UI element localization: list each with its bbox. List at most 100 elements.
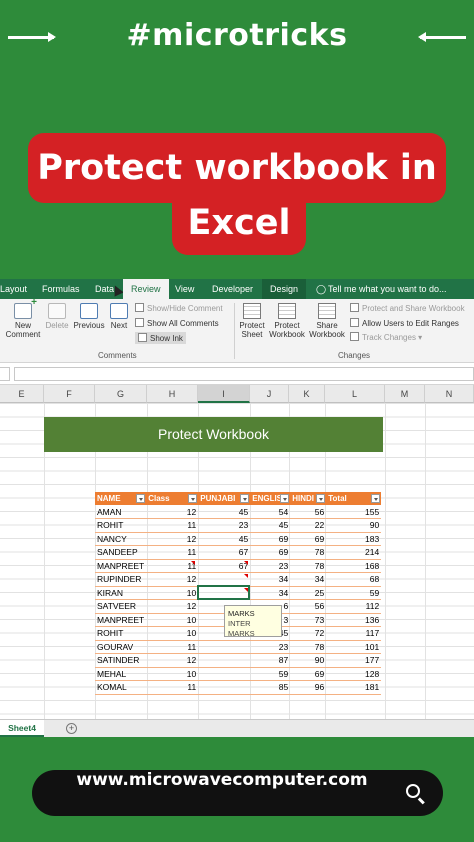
table-cell[interactable]: 90 (326, 518, 382, 533)
table-cell[interactable]: SATVEER (95, 599, 147, 614)
share-workbook-button[interactable]: Share Workbook (307, 303, 347, 339)
tab-design[interactable]: Design (262, 279, 307, 299)
table-cell[interactable]: 23 (250, 559, 291, 573)
search-icon[interactable] (406, 784, 420, 798)
table-cell[interactable]: 45 (198, 532, 251, 546)
tab-review[interactable]: Review (123, 279, 169, 299)
table-cell[interactable]: 69 (290, 532, 327, 546)
table-cell[interactable]: 78 (290, 559, 327, 573)
table-cell[interactable]: MANPREET (95, 613, 147, 627)
table-cell[interactable]: 11 (146, 640, 199, 654)
selected-cell[interactable] (197, 585, 250, 600)
table-cell[interactable]: 12 (146, 599, 199, 614)
table-cell[interactable]: 69 (250, 545, 291, 560)
column-header-e[interactable]: E (0, 385, 44, 403)
table-cell[interactable]: 22 (290, 518, 327, 533)
table-cell[interactable]: 67 (198, 545, 251, 560)
table-cell[interactable]: 11 (146, 518, 199, 533)
table-cell[interactable]: 128 (326, 667, 382, 681)
column-header-m[interactable]: M (385, 385, 425, 403)
header-hindi[interactable]: HINDI (290, 492, 327, 505)
table-cell[interactable]: KOMAL (95, 680, 147, 695)
table-cell[interactable] (198, 653, 251, 668)
table-cell[interactable]: 12 (146, 505, 199, 519)
table-cell[interactable]: 56 (290, 599, 327, 614)
sheet-tab-sheet4[interactable]: Sheet4 (0, 720, 44, 737)
table-cell[interactable]: AMAN (95, 505, 147, 519)
table-cell[interactable]: 11 (146, 545, 199, 560)
column-header-n[interactable]: N (425, 385, 474, 403)
table-cell[interactable]: 136 (326, 613, 382, 627)
table-cell[interactable]: 78 (290, 545, 327, 560)
filter-dropdown-icon[interactable] (188, 494, 198, 503)
table-cell[interactable]: 101 (326, 640, 382, 654)
show-all-comments-button[interactable]: Show All Comments (135, 318, 219, 328)
table-cell[interactable]: 34 (290, 572, 327, 587)
tab-developer[interactable]: Developer (212, 279, 253, 299)
filter-dropdown-icon[interactable] (280, 494, 290, 503)
table-cell[interactable]: 23 (198, 518, 251, 533)
table-cell[interactable]: RUPINDER (95, 572, 147, 587)
table-cell[interactable]: 11 (146, 680, 199, 695)
table-cell[interactable]: 96 (290, 680, 327, 695)
table-cell[interactable]: 67 (198, 559, 251, 573)
table-cell[interactable]: 59 (326, 586, 382, 600)
header-total[interactable]: Total (326, 492, 382, 505)
table-cell[interactable]: 69 (290, 667, 327, 681)
table-cell[interactable]: KIRAN (95, 586, 147, 600)
tab-formulas[interactable]: Formulas (42, 279, 80, 299)
column-header-g[interactable]: G (95, 385, 147, 403)
column-header-l[interactable]: L (325, 385, 385, 403)
table-cell[interactable]: 183 (326, 532, 382, 546)
table-cell[interactable]: 12 (146, 532, 199, 546)
header-class[interactable]: Class (146, 492, 199, 505)
table-cell[interactable]: ROHIT (95, 518, 147, 533)
previous-comment-button[interactable]: Previous (72, 303, 106, 330)
table-cell[interactable]: 25 (290, 586, 327, 600)
filter-dropdown-icon[interactable] (240, 494, 250, 503)
table-cell[interactable]: GOURAV (95, 640, 147, 654)
table-cell[interactable]: 12 (146, 572, 199, 587)
table-cell[interactable]: 34 (250, 586, 291, 600)
table-cell[interactable]: 78 (290, 640, 327, 654)
table-cell[interactable]: 69 (250, 532, 291, 546)
table-cell[interactable]: 10 (146, 667, 199, 681)
allow-users-edit-ranges-button[interactable]: Allow Users to Edit Ranges (350, 318, 459, 328)
table-cell[interactable]: 10 (146, 613, 199, 627)
table-cell[interactable] (198, 572, 251, 587)
table-cell[interactable]: 45 (198, 505, 251, 519)
delete-comment-button[interactable]: Delete (44, 303, 70, 330)
table-cell[interactable]: MEHAL (95, 667, 147, 681)
column-header-i[interactable]: I (198, 385, 250, 403)
filter-dropdown-icon[interactable] (371, 494, 381, 503)
table-cell[interactable]: 214 (326, 545, 382, 560)
table-cell[interactable] (198, 640, 251, 654)
show-ink-button[interactable]: Show Ink (135, 332, 186, 344)
table-cell[interactable]: 85 (250, 680, 291, 695)
table-cell[interactable]: 73 (290, 613, 327, 627)
table-cell[interactable]: 72 (290, 626, 327, 641)
table-cell[interactable]: 12 (146, 653, 199, 668)
table-cell[interactable]: 10 (146, 586, 199, 600)
table-cell[interactable]: 68 (326, 572, 382, 587)
table-cell[interactable]: 155 (326, 505, 382, 519)
table-cell[interactable]: NANCY (95, 532, 147, 546)
table-cell[interactable] (198, 680, 251, 695)
table-cell[interactable]: 117 (326, 626, 382, 641)
header-english[interactable]: ENGLISH (250, 492, 291, 505)
filter-dropdown-icon[interactable] (316, 494, 326, 503)
add-sheet-icon[interactable]: + (66, 723, 77, 734)
header-name[interactable]: NAME (95, 492, 147, 505)
table-cell[interactable]: 54 (250, 505, 291, 519)
table-cell[interactable] (198, 667, 251, 681)
table-cell[interactable]: 45 (250, 518, 291, 533)
header-punjabi[interactable]: PUNJABI (198, 492, 251, 505)
table-cell[interactable]: ROHIT (95, 626, 147, 641)
table-cell[interactable]: 59 (250, 667, 291, 681)
column-header-h[interactable]: H (147, 385, 198, 403)
column-header-f[interactable]: F (44, 385, 95, 403)
tab-view[interactable]: View (175, 279, 194, 299)
tell-me-search[interactable]: Tell me what you want to do... (328, 279, 447, 299)
next-comment-button[interactable]: Next (107, 303, 131, 330)
formula-input[interactable] (14, 367, 474, 381)
